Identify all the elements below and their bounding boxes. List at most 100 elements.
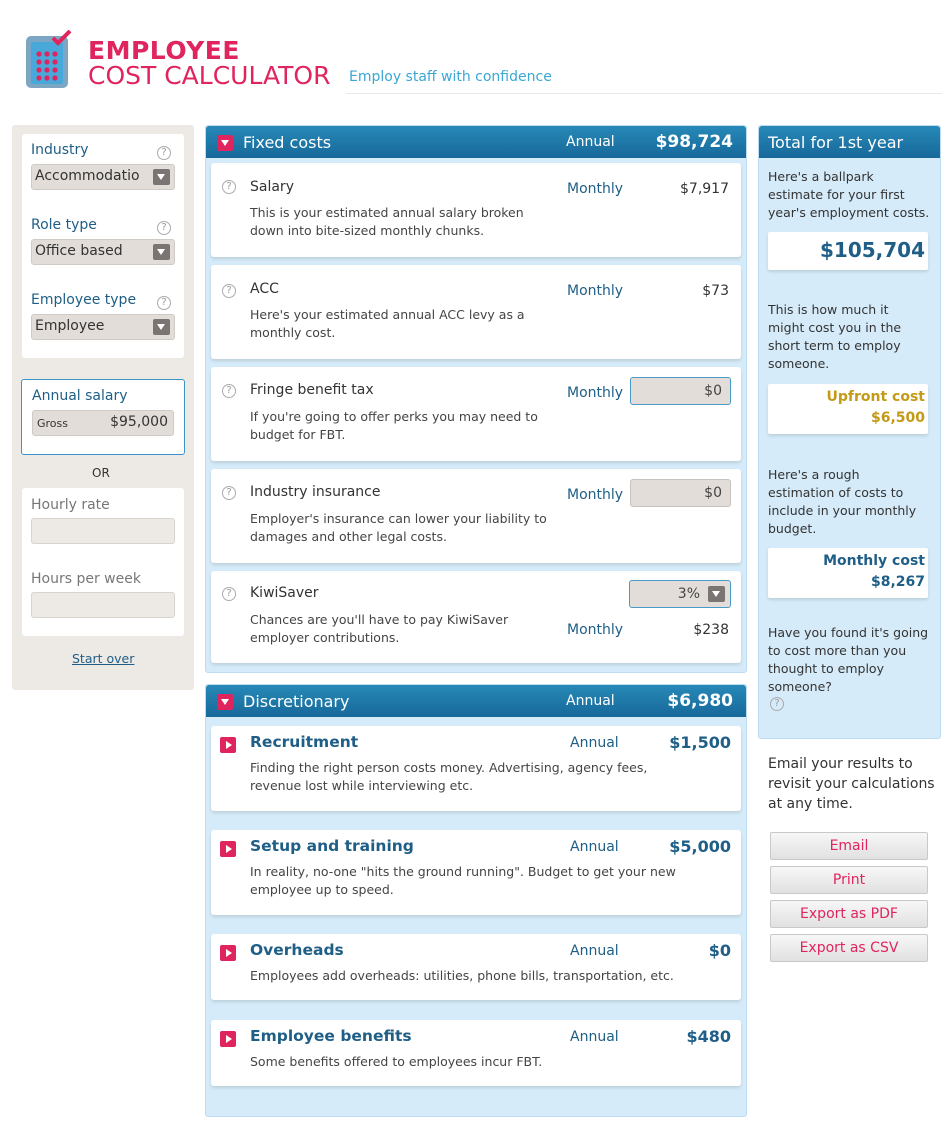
setup-training-desc-line1: In reality, no-one "hits the ground runn… [250,864,676,879]
email-button[interactable]: Email [770,832,928,860]
expand-icon[interactable] [220,841,236,857]
chevron-down-icon [153,169,170,185]
question-help-icon[interactable]: ? [770,697,784,711]
recruitment-description: Finding the right person costs money. Ad… [250,759,647,795]
salary-desc-line1: This is your estimated annual salary bro… [250,205,524,220]
annual-salary-input[interactable]: Gross $95,000 [32,410,174,436]
overheads-description: Employees add overheads: utilities, phon… [250,968,674,983]
expand-icon[interactable] [220,1031,236,1047]
total-intro: Here's a ballpark estimate for your firs… [768,168,929,222]
total-intro-line3: year's employment costs. [768,205,930,220]
upfront-text-line4: someone. [768,356,830,371]
setup-training-title[interactable]: Setup and training [250,837,414,855]
email-text-line3: at any time. [768,796,853,812]
role-type-select[interactable]: Office based [31,239,175,265]
tagline: Employ staff with confidence [349,69,552,85]
monthly-text-line2: estimation of costs to [768,485,904,500]
kiwisaver-rate-select[interactable]: 3% [629,580,731,608]
recruitment-desc-line1: Finding the right person costs money. Ad… [250,760,648,775]
salary-title: Salary [250,179,294,195]
monthly-cost-label: Monthly cost [823,553,925,569]
employee-type-label: Employee type [31,292,137,308]
employee-benefits-card: Employee benefits Annual $480 Some benef… [211,1020,741,1086]
monthly-text-line4: budget. [768,521,817,536]
hours-per-week-input[interactable] [31,592,175,618]
monthly-text: Here's a rough estimation of costs to in… [768,466,916,538]
employee-type-select[interactable]: Employee [31,314,175,340]
employee-type-help-icon[interactable]: ? [157,296,171,310]
calculator-icon [26,30,72,88]
acc-help-icon[interactable]: ? [222,284,236,298]
kiwisaver-description: Chances are you'll have to pay KiwiSaver… [250,611,508,647]
recruitment-desc-line2: revenue lost while interviewing etc. [250,778,474,793]
hourly-rate-input[interactable] [31,518,175,544]
discretionary-header[interactable]: Discretionary Annual $6,980 [206,685,746,717]
logo-title-line2: COST CALCULATOR [88,61,331,90]
header-divider [346,93,942,94]
hourly-rate-label: Hourly rate [31,497,110,513]
upfront-text: This is how much it might cost you in th… [768,301,901,373]
overheads-value: $0 [708,941,731,960]
kiwisaver-desc-line2: employer contributions. [250,630,400,645]
expand-icon[interactable] [220,945,236,961]
overheads-title[interactable]: Overheads [250,941,344,959]
email-text-line1: Email your results to [768,756,913,772]
setup-training-frequency: Annual [570,839,619,855]
fixed-costs-header[interactable]: Fixed costs Annual $98,724 [206,126,746,158]
kiwisaver-rate-value: 3% [677,586,700,602]
upfront-text-line3: short term to employ [768,338,901,353]
expand-icon[interactable] [220,737,236,753]
acc-frequency: Monthly [567,283,624,299]
industry-insurance-input[interactable]: $0 [630,479,731,507]
header: EMPLOYEE COST CALCULATOR Employ staff wi… [0,0,942,95]
fbt-card: ? Fringe benefit tax If you're going to … [211,367,741,461]
employee-benefits-title[interactable]: Employee benefits [250,1027,412,1045]
annual-salary-label: Annual salary [32,388,128,404]
kiwisaver-help-icon[interactable]: ? [222,587,236,601]
recruitment-title[interactable]: Recruitment [250,733,358,751]
email-text: Email your results to revisit your calcu… [768,754,935,814]
salary-value: $7,917 [680,181,729,197]
salary-card: ? Salary This is your estimated annual s… [211,163,741,257]
discretionary-period: Annual [566,693,615,709]
kiwisaver-card: ? KiwiSaver Chances are you'll have to p… [211,571,741,663]
upfront-cost-box: Upfront cost $6,500 [768,384,928,434]
industry-help-icon[interactable]: ? [157,146,171,160]
acc-value: $73 [702,283,729,299]
industry-select[interactable]: Accommodatio [31,164,175,190]
total-title: Total for 1st year [768,133,904,152]
industry-insurance-card: ? Industry insurance Employer's insuranc… [211,469,741,563]
export-pdf-button[interactable]: Export as PDF [770,900,928,928]
export-csv-button[interactable]: Export as CSV [770,934,928,962]
cost-question-line2: to cost more than you [768,643,907,658]
cost-question-line4: someone? [768,679,832,694]
salary-description: This is your estimated annual salary bro… [250,204,524,240]
role-type-help-icon[interactable]: ? [157,221,171,235]
fbt-input[interactable]: $0 [630,377,731,405]
fixed-costs-period: Annual [566,134,615,150]
industry-insurance-help-icon[interactable]: ? [222,486,236,500]
collapse-icon[interactable] [217,694,233,710]
setup-training-description: In reality, no-one "hits the ground runn… [250,863,676,899]
acc-card: ? ACC Here's your estimated annual ACC l… [211,265,741,359]
start-over-link[interactable]: Start over [72,651,134,666]
total-intro-line2: estimate for your first [768,187,905,202]
salary-help-icon[interactable]: ? [222,180,236,194]
fixed-costs-total: $98,724 [655,132,733,152]
acc-desc-line2: monthly cost. [250,325,336,340]
role-type-select-value: Office based [35,243,123,259]
industry-insurance-desc-line2: damages and other legal costs. [250,529,447,544]
cost-question: Have you found it's going to cost more t… [768,624,928,696]
chevron-down-icon [153,319,170,335]
industry-insurance-description: Employer's insurance can lower your liab… [250,510,547,546]
total-value-box: $105,704 [768,232,928,270]
print-button[interactable]: Print [770,866,928,894]
chevron-down-icon [153,244,170,260]
cost-question-line1: Have you found it's going [768,625,929,640]
collapse-icon[interactable] [217,135,233,151]
setup-training-value: $5,000 [669,837,731,856]
industry-insurance-desc-line1: Employer's insurance can lower your liab… [250,511,547,526]
fbt-help-icon[interactable]: ? [222,384,236,398]
salary-frequency: Monthly [567,181,624,197]
overheads-frequency: Annual [570,943,619,959]
